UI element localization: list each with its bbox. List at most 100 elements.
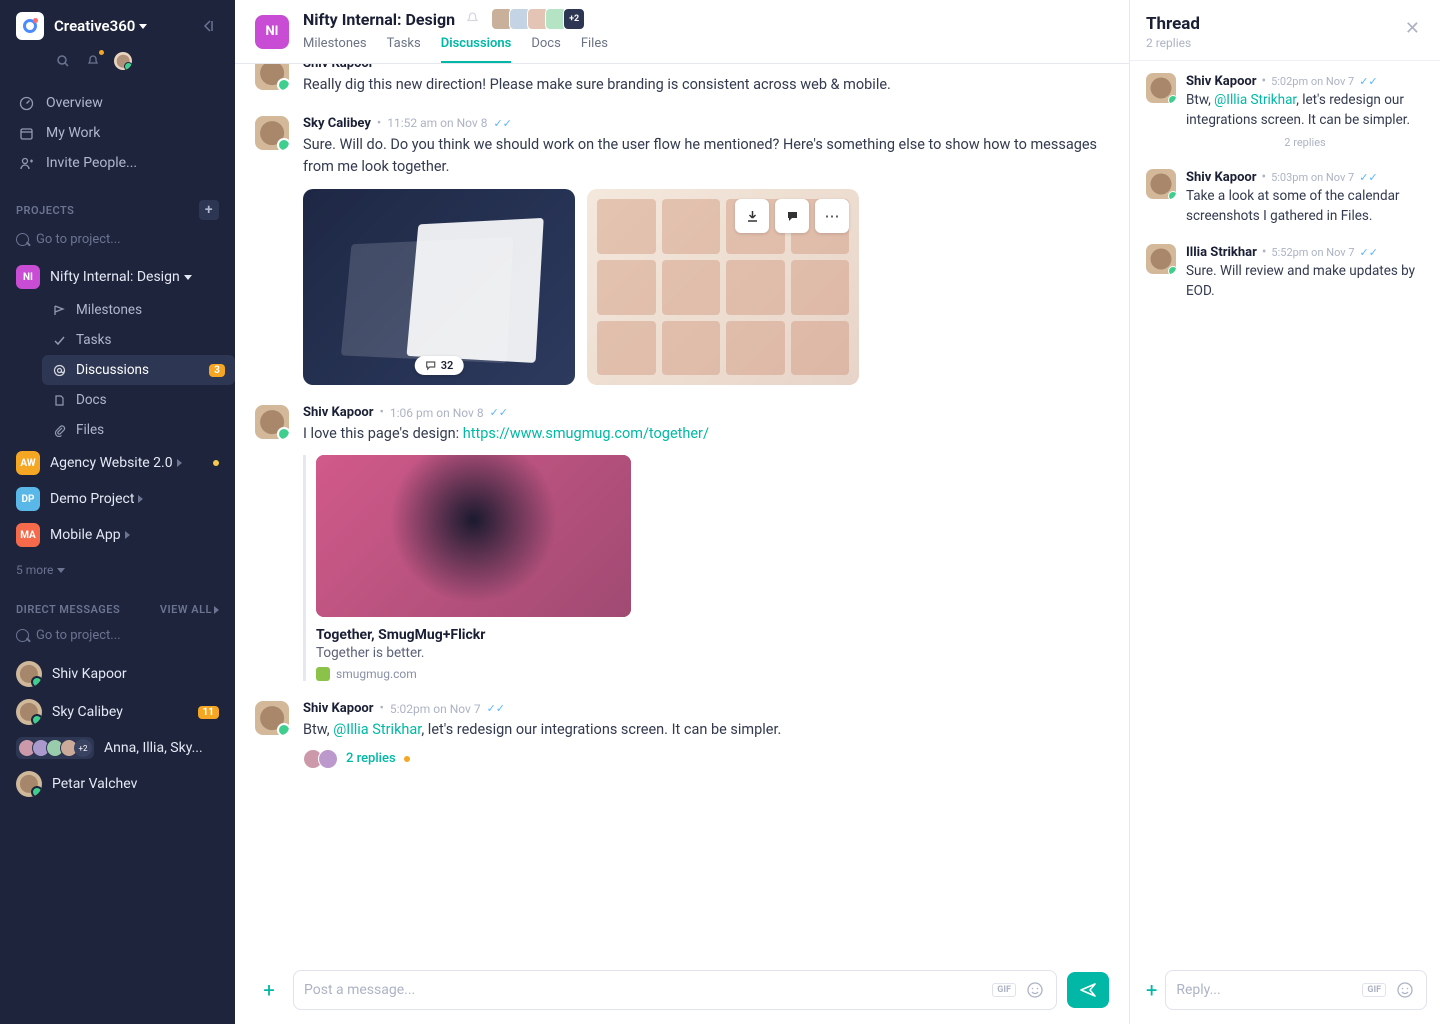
avatar[interactable] — [255, 116, 289, 150]
message-author[interactable]: Shiv Kapoor — [303, 64, 374, 71]
view-all-dms[interactable]: View all — [160, 603, 219, 616]
link-preview[interactable]: Together, SmugMug+Flickr Together is bet… — [303, 455, 643, 681]
avatar[interactable] — [1146, 169, 1176, 199]
tab-milestones[interactable]: Milestones — [303, 30, 367, 63]
status-dot — [213, 460, 219, 466]
thread-message: Shiv Kapoor • 5:03pm on Nov 7 ✓✓ Take a … — [1146, 169, 1424, 226]
dm-item-group[interactable]: +2 Anna, Illia, Sky... — [0, 731, 235, 765]
project-badge: DP — [16, 487, 40, 511]
doc-icon — [52, 393, 66, 407]
message-author[interactable]: Shiv Kapoor — [1186, 170, 1257, 185]
chevron-right-icon — [138, 495, 143, 503]
attachment-image[interactable]: 32 — [303, 189, 575, 385]
project-search-input[interactable] — [16, 228, 219, 251]
show-more-projects[interactable]: 5 more — [0, 553, 235, 587]
message-text: Btw, @Illia Strikhar, let's redesign our… — [303, 719, 1109, 741]
gif-button[interactable]: GIF — [1362, 983, 1386, 997]
topbar: NI Nifty Internal: Design +2 Milestones … — [235, 0, 1129, 64]
reply-input[interactable] — [1176, 982, 1354, 998]
mention[interactable]: @Illia Strikhar — [333, 721, 421, 738]
nav-overview[interactable]: Overview — [8, 88, 227, 118]
gif-button[interactable]: GIF — [992, 983, 1016, 997]
check-icon — [52, 333, 66, 347]
avatar[interactable] — [1146, 244, 1176, 274]
thread-replies[interactable]: 2 replies — [303, 749, 1109, 769]
notifications-icon[interactable] — [84, 52, 102, 70]
message-composer: + GIF — [235, 956, 1129, 1024]
avatar[interactable] — [255, 405, 289, 439]
attach-button[interactable]: + — [1146, 976, 1157, 1004]
member-avatars[interactable]: +2 — [491, 8, 585, 30]
search-icon[interactable] — [54, 52, 72, 70]
comment-button[interactable] — [775, 199, 809, 233]
tab-tasks[interactable]: Tasks — [387, 30, 421, 63]
avatar[interactable] — [255, 701, 289, 735]
nav-invite[interactable]: Invite People... — [8, 148, 227, 178]
emoji-button[interactable] — [1024, 979, 1046, 1001]
project-item[interactable]: DP Demo Project — [0, 481, 235, 517]
chevron-right-icon — [177, 459, 182, 467]
download-button[interactable] — [735, 199, 769, 233]
project-item[interactable]: AW Agency Website 2.0 — [0, 445, 235, 481]
attach-button[interactable]: + — [255, 976, 283, 1004]
message-time: 5:02pm on Nov 7 — [390, 702, 481, 716]
message-author[interactable]: Sky Calibey — [303, 116, 371, 131]
message-author[interactable]: Shiv Kapoor — [303, 701, 374, 716]
message-input[interactable] — [304, 982, 984, 998]
message-text: Sure. Will do. Do you think we should wo… — [303, 134, 1109, 178]
current-user-avatar[interactable] — [114, 52, 132, 70]
send-button[interactable] — [1067, 972, 1109, 1008]
message-time: 5:03pm on Nov 7 — [1271, 171, 1354, 184]
attachment-image[interactable]: ⋯ — [587, 189, 859, 385]
avatar — [16, 661, 42, 687]
message-time: 5:02pm on Nov 7 — [1271, 75, 1354, 88]
message-author[interactable]: Shiv Kapoor — [1186, 74, 1257, 89]
workspace-header[interactable]: Creative360 — [0, 0, 235, 48]
subnav-files[interactable]: Files — [42, 415, 235, 445]
message-author[interactable]: Illia Strikhar — [1186, 245, 1257, 260]
dm-item[interactable]: Sky Calibey 11 — [0, 693, 235, 731]
nav-mywork[interactable]: My Work — [8, 118, 227, 148]
project-name: Nifty Internal: Design — [50, 269, 180, 285]
message-link[interactable]: https://www.smugmug.com/together/ — [463, 425, 709, 442]
subnav-milestones[interactable]: Milestones — [42, 295, 235, 325]
subnav-discussions[interactable]: Discussions 3 — [42, 355, 235, 385]
link-preview-source: smugmug.com — [316, 667, 643, 681]
close-button[interactable]: ✕ — [1401, 14, 1424, 43]
dm-search-input[interactable] — [16, 624, 219, 647]
avatar[interactable] — [255, 64, 289, 90]
message-time: 5:52pm on Nov 7 — [1271, 246, 1354, 259]
dm-item[interactable]: Petar Valchev — [0, 765, 235, 803]
mention[interactable]: @Illia Strikhar — [1214, 92, 1296, 108]
project-name: Demo Project — [50, 491, 134, 507]
gauge-icon — [18, 95, 34, 111]
tab-files[interactable]: Files — [581, 30, 608, 63]
subnav-docs[interactable]: Docs — [42, 385, 235, 415]
tab-discussions[interactable]: Discussions — [441, 30, 512, 63]
more-button[interactable]: ⋯ — [815, 199, 849, 233]
add-project-button[interactable]: + — [199, 200, 219, 220]
link-preview-desc: Together is better. — [316, 645, 643, 661]
reply-avatars — [303, 749, 338, 769]
subnav-tasks[interactable]: Tasks — [42, 325, 235, 355]
bell-icon[interactable] — [465, 11, 481, 27]
project-badge: MA — [16, 523, 40, 547]
message: Shiv Kapoor • 1:06 pm on Nov 8 ✓✓ I love… — [255, 405, 1109, 681]
project-subnav: Milestones Tasks Discussions 3 Docs File… — [0, 295, 235, 445]
project-item[interactable]: MA Mobile App — [0, 517, 235, 553]
thread-subtitle: 2 replies — [1146, 36, 1200, 50]
sidebar: Creative360 Overview My Work Invite Peop… — [0, 0, 235, 1024]
avatar[interactable] — [1146, 73, 1176, 103]
emoji-button[interactable] — [1394, 979, 1416, 1001]
project-item-active[interactable]: NI Nifty Internal: Design — [0, 259, 235, 295]
tab-docs[interactable]: Docs — [531, 30, 560, 63]
project-search — [0, 228, 235, 259]
unread-badge: 11 — [198, 706, 219, 719]
comment-count-pill[interactable]: 32 — [415, 356, 464, 375]
message: Shiv Kapoor • 5:02pm on Nov 7 ✓✓ Btw, @I… — [255, 701, 1109, 769]
dm-item[interactable]: Shiv Kapoor — [0, 655, 235, 693]
avatar — [16, 771, 42, 797]
project-badge: NI — [16, 265, 40, 289]
collapse-sidebar-button[interactable] — [197, 15, 219, 37]
message-author[interactable]: Shiv Kapoor — [303, 405, 374, 420]
